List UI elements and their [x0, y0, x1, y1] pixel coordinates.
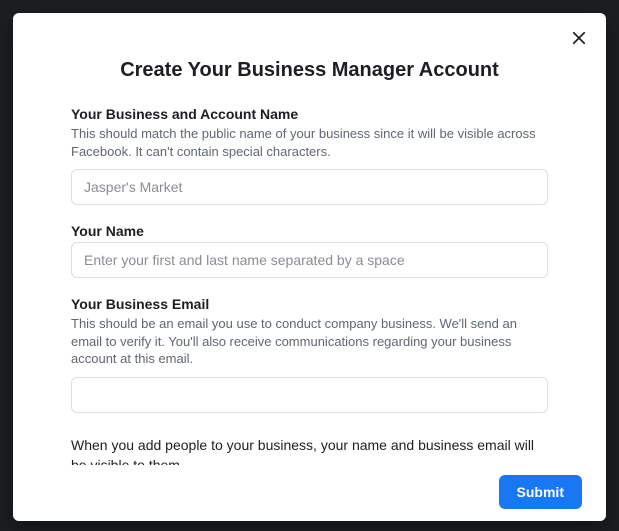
business-name-group: Your Business and Account Name This shou…	[71, 106, 548, 205]
business-name-description: This should match the public name of you…	[71, 125, 548, 160]
submit-button[interactable]: Submit	[499, 475, 582, 509]
close-icon	[570, 29, 588, 47]
business-email-label: Your Business Email	[71, 296, 548, 312]
close-button[interactable]	[567, 26, 591, 50]
business-email-description: This should be an email you use to condu…	[71, 315, 548, 368]
business-email-input[interactable]	[71, 377, 548, 413]
create-business-modal: Create Your Business Manager Account You…	[13, 13, 606, 521]
visibility-notice: When you add people to your business, yo…	[71, 435, 548, 465]
modal-body: Your Business and Account Name This shou…	[13, 106, 606, 465]
modal-footer: Submit	[13, 465, 606, 521]
your-name-label: Your Name	[71, 223, 548, 239]
modal-title: Create Your Business Manager Account	[13, 59, 606, 82]
business-name-label: Your Business and Account Name	[71, 106, 548, 122]
business-email-group: Your Business Email This should be an em…	[71, 296, 548, 413]
business-name-input[interactable]	[71, 169, 548, 205]
your-name-group: Your Name	[71, 223, 548, 278]
your-name-input[interactable]	[71, 242, 548, 278]
